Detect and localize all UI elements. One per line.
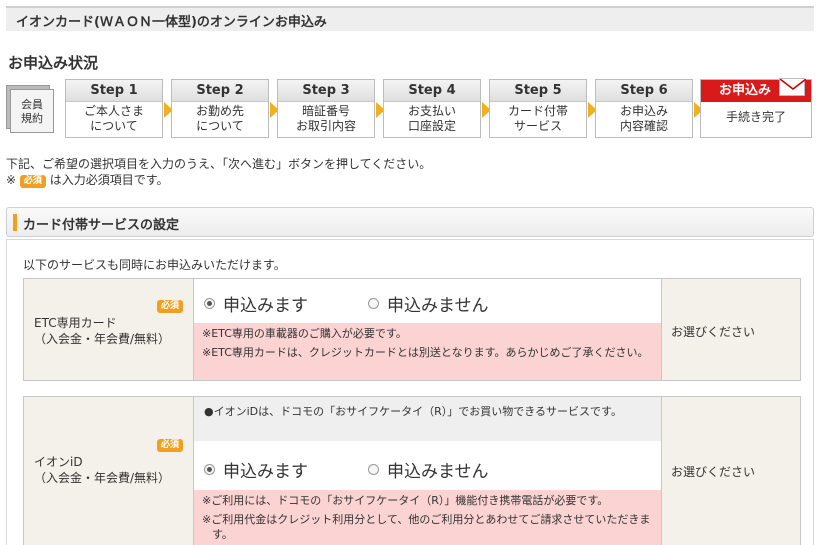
etc-apply-radio[interactable]: 申込みます xyxy=(204,291,308,316)
status-title: お申込み状況 xyxy=(8,54,99,72)
service-row-aeon-id: 必須 イオンiD （入会金・年会費/無料） ●イオンiDは、ドコモの「おサイフケ… xyxy=(23,396,801,545)
radio-icon xyxy=(204,298,215,309)
envelope-icon xyxy=(779,78,806,96)
step-complete: お申込み 手続き完了 xyxy=(700,78,812,138)
step-label: Step 3 xyxy=(278,80,374,102)
radio-icon xyxy=(368,298,379,309)
aeon-id-decline-radio[interactable]: 申込みません xyxy=(368,457,489,482)
step-progress: 会員 規約 Step 1 ご本人さま について Step 2 お勤め先 について S… xyxy=(6,78,814,141)
etc-notice: ※ETC専用の車載器のご購入が必要です。 ※ETC専用カードは、クレジットカード… xyxy=(194,323,661,380)
aeon-id-status: お選びください xyxy=(671,465,756,479)
step-label: Step 4 xyxy=(384,80,480,102)
page-header: イオンカード(ＷＡＯＮ一体型)のオンラインお申込み xyxy=(6,6,814,31)
page-title: イオンカード(ＷＡＯＮ一体型)のオンラインお申込み xyxy=(16,15,327,30)
step-5: Step 5 カード付帯 サービス xyxy=(489,79,587,138)
step-3: Step 3 暗証番号 お取引内容 xyxy=(277,79,375,138)
step-1: Step 1 ご本人さま について xyxy=(65,79,163,138)
step-4: Step 4 お支払い 口座設定 xyxy=(383,79,481,138)
step-6: Step 6 お申込み 内容確認 xyxy=(595,79,693,138)
step-label: Step 2 xyxy=(172,80,268,102)
required-badge: 必須 xyxy=(19,175,46,188)
section-header: カード付帯サービスの設定 xyxy=(6,207,814,237)
step-2: Step 2 お勤め先 について xyxy=(171,79,269,138)
radio-icon xyxy=(204,464,215,475)
etc-decline-radio[interactable]: 申込みません xyxy=(368,291,489,316)
step-label: お申込み xyxy=(719,83,772,98)
required-badge: 必須 xyxy=(156,300,183,313)
aeon-id-apply-radio[interactable]: 申込みます xyxy=(204,457,308,482)
required-badge: 必須 xyxy=(156,439,183,452)
member-terms-step[interactable]: 会員 規約 xyxy=(6,85,58,135)
step-label: Step 1 xyxy=(66,80,162,102)
step-label: Step 6 xyxy=(596,80,692,102)
instructions: 下記、ご希望の選択項目を入力のうえ、「次へ進む」ボタンを押してください。 ※ 必… xyxy=(6,157,432,188)
etc-status: お選びください xyxy=(671,325,756,339)
radio-icon xyxy=(368,464,379,475)
aeon-id-info: ●イオンiDは、ドコモの「おサイフケータイ（R）」でお買い物できるサービスです。 xyxy=(194,397,661,441)
section-title: カード付帯サービスの設定 xyxy=(23,218,180,233)
intro-text: 以下のサービスも同時にお申込みいただけます。 xyxy=(23,258,286,272)
services-panel: 以下のサービスも同時にお申込みいただけます。 必須 ETC専用カード （入会金・… xyxy=(6,239,814,545)
step-label: Step 5 xyxy=(490,80,586,102)
aeon-id-notice: ※ご利用には、ドコモの「おサイフケータイ（R）」機能付き携帯電話が必要です。 ※… xyxy=(194,490,661,545)
service-row-etc: 必須 ETC専用カード （入会金・年会費/無料） 申込みます 申込みません ※E… xyxy=(23,278,801,381)
